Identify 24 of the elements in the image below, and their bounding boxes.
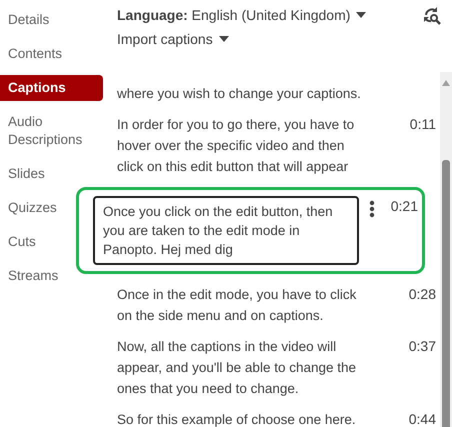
caption-time: 0:44	[408, 410, 436, 427]
caption-time: 0:21	[390, 197, 418, 216]
sidebar-item[interactable]: Captions	[0, 75, 103, 101]
caption-time: 0:37	[408, 337, 436, 356]
caret-icon	[356, 12, 366, 18]
sidebar-item[interactable]: Contents	[0, 41, 103, 67]
sidebar-item[interactable]: Audio Descriptions	[0, 109, 103, 153]
language-dropdown[interactable]: Language: English (United Kingdom)	[117, 6, 366, 24]
sidebar-item[interactable]: Slides	[0, 161, 103, 187]
caption-text[interactable]: Once in the edit mode, you have to click on the side menu and on captions.	[117, 284, 365, 326]
caption-text[interactable]: Now, all the captions in the video will appear, and you'll be able to change the ones that you need to change.	[117, 336, 365, 399]
more-options-icon[interactable]	[369, 200, 375, 218]
caption-time: 0:28	[408, 285, 436, 304]
caption-edit-field[interactable]: Once you click on the edit button, then you are taken to the edit mode in Panopto. Hej med dig	[93, 196, 359, 265]
scrollbar[interactable]	[440, 72, 452, 427]
caption-text[interactable]: So for this example of choose one here.	[117, 409, 365, 427]
sidebar-item[interactable]: Details	[0, 7, 103, 33]
sidebar-item[interactable]: Streams	[0, 263, 103, 289]
caption-text[interactable]: In order for you to go there, you have to hover over the specific video and then click on this edit button that will appear	[117, 114, 365, 177]
refresh-search-icon[interactable]	[422, 6, 442, 26]
import-captions-dropdown[interactable]: Import captions	[117, 30, 366, 48]
caption-time: 0:11	[410, 115, 436, 134]
caption-text[interactable]: where you wish to change your captions.	[117, 83, 365, 104]
caret-icon	[218, 36, 229, 42]
